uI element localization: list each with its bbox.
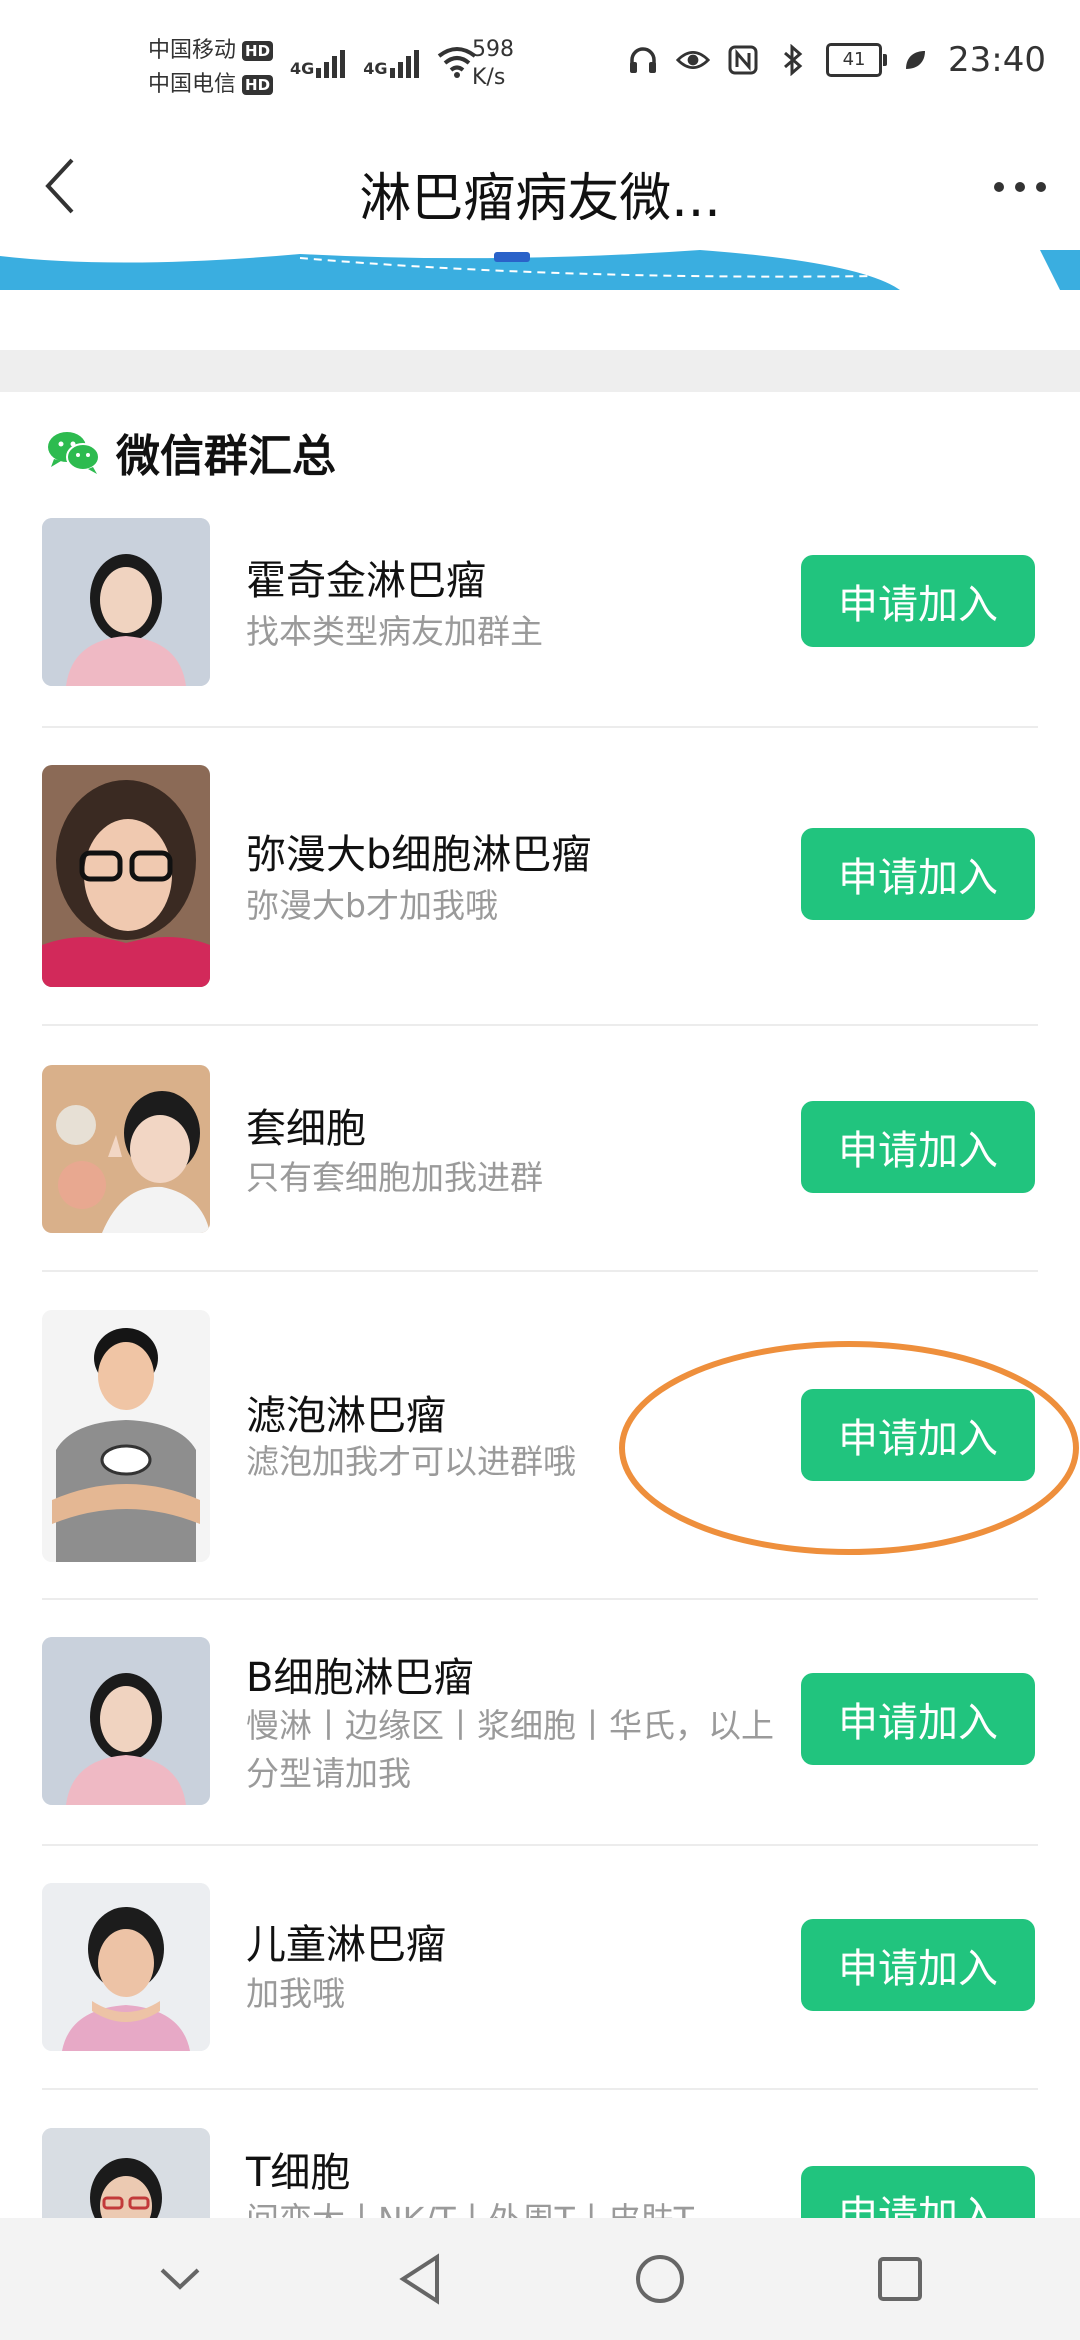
- more-horizontal-icon: [994, 182, 1046, 192]
- join-button[interactable]: 申请加入: [801, 828, 1035, 920]
- carrier-info: 中国移动 HD 中国电信 HD: [148, 34, 274, 102]
- back-triangle-icon: [399, 2253, 439, 2305]
- clock: 23:40: [948, 40, 1046, 80]
- network-type-2: 4G: [363, 59, 388, 78]
- leaf-icon: [898, 43, 932, 77]
- bluetooth-icon: [776, 43, 810, 77]
- nfc-icon: [726, 43, 760, 77]
- home-circle-icon: [636, 2255, 684, 2303]
- divider: [42, 2088, 1038, 2090]
- group-description: 慢淋丨边缘区丨浆细胞丨华氏，以上分型请加我: [246, 1706, 774, 1793]
- banner-image: [0, 250, 1080, 290]
- section-title: 微信群汇总: [116, 431, 336, 482]
- divider: [42, 1024, 1038, 1026]
- headphones-icon: [626, 43, 660, 77]
- group-description: 找本类型病友加群主: [246, 612, 543, 651]
- battery-icon: 41: [826, 43, 888, 77]
- network-type-1: 4G: [290, 59, 315, 78]
- group-name: 弥漫大b细胞淋巴瘤: [246, 832, 592, 878]
- hd-badge: HD: [242, 75, 274, 95]
- avatar: [42, 765, 210, 987]
- section-divider: [0, 350, 1080, 392]
- join-button[interactable]: 申请加入: [801, 555, 1035, 647]
- divider: [42, 1844, 1038, 1846]
- avatar: [42, 1310, 210, 1562]
- carrier-1: 中国移动: [148, 38, 237, 63]
- nav-home-button[interactable]: [610, 2229, 710, 2329]
- nav-recents-button[interactable]: [850, 2229, 950, 2329]
- avatar: [42, 518, 210, 686]
- group-name: 滤泡淋巴瘤: [246, 1393, 446, 1439]
- hd-badge: HD: [242, 41, 274, 61]
- nav-collapse-button[interactable]: [130, 2229, 230, 2329]
- join-button[interactable]: 申请加入: [801, 1919, 1035, 2011]
- status-right: 41 23:40: [626, 40, 1046, 80]
- divider: [42, 1598, 1038, 1600]
- speed-value: 598: [472, 37, 514, 62]
- group-description: 弥漫大b才加我哦: [246, 886, 498, 925]
- join-button[interactable]: 申请加入: [801, 1673, 1035, 1765]
- divider: [42, 726, 1038, 728]
- group-name: 霍奇金淋巴瘤: [246, 558, 486, 604]
- section-header: 微信群汇总: [46, 420, 336, 484]
- nav-back-button[interactable]: [370, 2229, 470, 2329]
- group-name: 儿童淋巴瘤: [246, 1922, 446, 1968]
- group-description: 只有套细胞加我进群: [246, 1158, 543, 1197]
- divider: [42, 1270, 1038, 1272]
- more-button[interactable]: [980, 152, 1060, 222]
- avatar: [42, 1065, 210, 1233]
- title-bar: 淋巴瘤病友微...: [0, 130, 1080, 250]
- wifi-icon: [437, 47, 476, 78]
- signal-bars-icon: [389, 44, 419, 78]
- banner-wave-graphic: [0, 250, 1080, 290]
- network-speed: 598 K/s: [472, 36, 514, 92]
- group-description: 加我哦: [246, 1974, 345, 2013]
- recents-square-icon: [878, 2257, 922, 2301]
- eye-icon: [676, 43, 711, 77]
- signal-indicators: 4G 4G: [290, 44, 477, 78]
- signal-bars-icon: [316, 44, 346, 78]
- group-name: B细胞淋巴瘤: [246, 1655, 474, 1701]
- carrier-2: 中国电信: [148, 72, 237, 97]
- join-button[interactable]: 申请加入: [801, 1101, 1035, 1193]
- avatar: [42, 1637, 210, 1805]
- system-nav-bar: [0, 2218, 1080, 2340]
- chevron-down-icon: [160, 2268, 200, 2290]
- speed-unit: K/s: [472, 65, 506, 90]
- annotation-circle: [619, 1341, 1079, 1555]
- group-name: T细胞: [246, 2150, 351, 2196]
- group-name: 套细胞: [246, 1106, 366, 1152]
- status-bar: 中国移动 HD 中国电信 HD 4G 4G 598 K/s 41 23:40: [0, 0, 1080, 130]
- wechat-icon: [48, 432, 100, 474]
- page-title: 淋巴瘤病友微...: [359, 169, 721, 229]
- avatar: [42, 1883, 210, 2051]
